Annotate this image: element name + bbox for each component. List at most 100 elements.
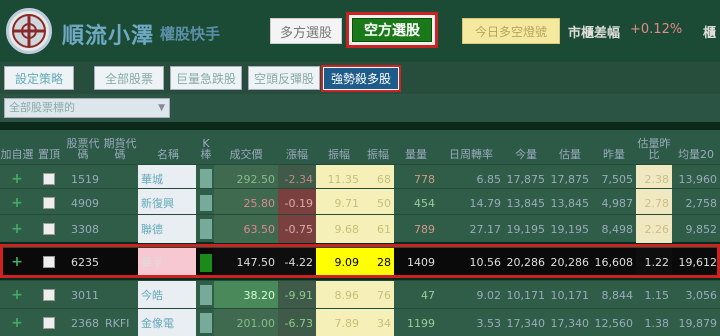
cell-est-vol: 17,340 <box>550 316 590 330</box>
cell-yest-vol: 8,498 <box>601 222 634 236</box>
brand-subtitle: 權股快手 <box>160 25 221 43</box>
cell-ma20: 19,879 <box>678 316 718 330</box>
pin-checkbox[interactable] <box>43 289 55 301</box>
cell-opt <box>102 248 138 276</box>
k-bar <box>200 195 212 211</box>
k-bar <box>200 313 212 333</box>
col-code[interactable]: 股票代碼 <box>64 130 102 164</box>
cell-amp2: 50 <box>362 189 394 217</box>
cell-amp2: 34 <box>362 309 394 336</box>
col-ma20[interactable]: 均量20 <box>672 130 720 164</box>
short-rebound-button[interactable]: 空頭反彈股 <box>248 66 320 90</box>
cell-name[interactable]: 華孚 <box>138 248 196 276</box>
cell-est-ratio: 2.26 <box>636 215 672 243</box>
cell-vol: 1199 <box>407 316 435 330</box>
cell-vol: 47 <box>421 288 435 302</box>
add-watchlist-icon[interactable]: + <box>11 171 23 187</box>
cell-yest-vol: 8,844 <box>601 288 634 302</box>
cell-code: 3011 <box>71 288 99 302</box>
cell-chg: -9.91 <box>278 281 316 309</box>
short-pick-button[interactable]: 空方選股 <box>352 18 432 42</box>
col-today-vol[interactable]: 今量 <box>504 130 548 164</box>
table-row[interactable]: + 3308 聯德 63.50 -0.75 9.68 61 789 27.17 … <box>0 214 720 243</box>
add-watchlist-icon[interactable]: + <box>11 221 23 237</box>
col-turnover[interactable]: 日周轉率 <box>438 130 504 164</box>
cell-code: 4909 <box>71 196 99 210</box>
col-vol[interactable]: 量量 <box>394 130 438 164</box>
logo-icon <box>6 8 52 54</box>
col-yest-vol[interactable]: 昨量 <box>592 130 636 164</box>
pin-checkbox[interactable] <box>43 173 55 185</box>
cell-opt <box>102 281 138 309</box>
cell-code: 3308 <box>71 222 99 236</box>
add-watchlist-icon[interactable]: + <box>11 287 23 303</box>
table-row[interactable]: + 3011 今皓 38.20 -9.91 8.96 76 47 9.02 10… <box>0 280 720 309</box>
k-bar <box>200 285 212 305</box>
cell-yest-vol: 4,987 <box>601 196 634 210</box>
pin-checkbox[interactable] <box>43 256 55 268</box>
strong-short-button[interactable]: 強勢殺多股 <box>324 68 398 89</box>
cell-est-vol: 10,171 <box>550 288 590 302</box>
otc-label: 櫃 <box>703 26 717 41</box>
cell-amp: 8.96 <box>316 281 362 309</box>
cell-turnover: 3.53 <box>476 316 502 330</box>
cell-amp: 7.89 <box>316 309 362 336</box>
pin-checkbox[interactable] <box>43 197 55 209</box>
pin-checkbox[interactable] <box>43 223 55 235</box>
add-watchlist-icon[interactable]: + <box>11 254 23 270</box>
col-opt[interactable]: 期貨代碼 <box>102 130 138 164</box>
col-chg[interactable]: 漲幅 <box>278 130 316 164</box>
cell-est-ratio: 1.15 <box>644 288 670 302</box>
cell-price: 201.00 <box>214 309 278 336</box>
cell-yest-vol: 12,560 <box>594 316 634 330</box>
col-k: K棒 <box>200 137 212 161</box>
cell-name[interactable]: 金像電 <box>138 309 196 336</box>
cell-name[interactable]: 今皓 <box>138 281 196 309</box>
table-row-selected[interactable]: + 6235 華孚 147.50 -4.22 9.09 28 1409 10.5… <box>0 247 720 276</box>
col-amp2[interactable]: 振幅 <box>362 130 394 164</box>
cell-chg: -0.19 <box>278 189 316 217</box>
strong-short-button-frame: 強勢殺多股 <box>321 65 401 92</box>
big-drop-button[interactable]: 巨量急跌股 <box>170 66 242 90</box>
cell-amp2: 76 <box>362 281 394 309</box>
col-est-vol[interactable]: 估量 <box>548 130 592 164</box>
select-row: 全部股票標的 ▼ <box>0 94 720 122</box>
add-watchlist-icon[interactable]: + <box>11 315 23 331</box>
col-name[interactable]: 名稱 <box>138 130 198 164</box>
long-pick-button[interactable]: 多方選股 <box>270 18 342 44</box>
cell-chg: -0.75 <box>278 215 316 243</box>
cell-yest-vol: 16,608 <box>594 255 634 269</box>
app-header: 順流小澤 權股快手 多方選股 空方選股 今日多空燈號 市櫃差幅 +0.12% 櫃 <box>0 0 720 62</box>
cell-est-ratio: 2.78 <box>636 189 672 217</box>
cell-opt <box>102 189 138 217</box>
cell-opt: RKFI <box>105 316 130 330</box>
table-header: 加自選 置頂 股票代碼 期貨代碼 名稱 K棒 成交價 漲幅 振幅 振幅 量量 日… <box>0 130 720 164</box>
col-price[interactable]: 成交價 <box>214 130 278 164</box>
table-row[interactable]: + 4909 新復興 25.80 -0.19 9.71 50 454 14.79… <box>0 188 720 217</box>
col-lock[interactable]: 置頂 <box>34 130 64 164</box>
all-stocks-button[interactable]: 全部股票 <box>94 66 164 90</box>
cell-turnover: 9.02 <box>476 288 502 302</box>
cell-vol: 789 <box>414 222 435 236</box>
cell-code: 2368 <box>71 316 99 330</box>
cell-name[interactable]: 新復興 <box>138 189 196 217</box>
stock-universe-select[interactable]: 全部股票標的 ▼ <box>4 98 170 118</box>
cell-turnover: 27.17 <box>469 222 502 236</box>
brand-title: 順流小澤 <box>62 24 155 49</box>
today-signal-button[interactable]: 今日多空燈號 <box>462 18 560 44</box>
col-est-ratio[interactable]: 估量昨比 <box>636 130 672 164</box>
col-add: 加自選 <box>0 148 34 161</box>
cell-name[interactable]: 聯德 <box>138 215 196 243</box>
col-amp[interactable]: 振幅 <box>316 130 362 164</box>
chevron-down-icon: ▼ <box>158 103 165 113</box>
market-diff-value: +0.12% <box>630 22 683 37</box>
cell-today-vol: 13,845 <box>506 196 546 210</box>
cell-code: 6235 <box>71 255 99 269</box>
pin-checkbox[interactable] <box>43 317 55 329</box>
cell-price: 147.50 <box>214 248 278 276</box>
market-diff-label: 市櫃差幅 <box>568 26 621 41</box>
add-watchlist-icon[interactable]: + <box>11 195 23 211</box>
table-row[interactable]: + 2368 RKFI 金像電 201.00 -6.73 7.89 34 119… <box>0 308 720 336</box>
cell-chg: -4.22 <box>278 248 316 276</box>
set-strategy-button[interactable]: 設定策略 <box>4 66 74 90</box>
